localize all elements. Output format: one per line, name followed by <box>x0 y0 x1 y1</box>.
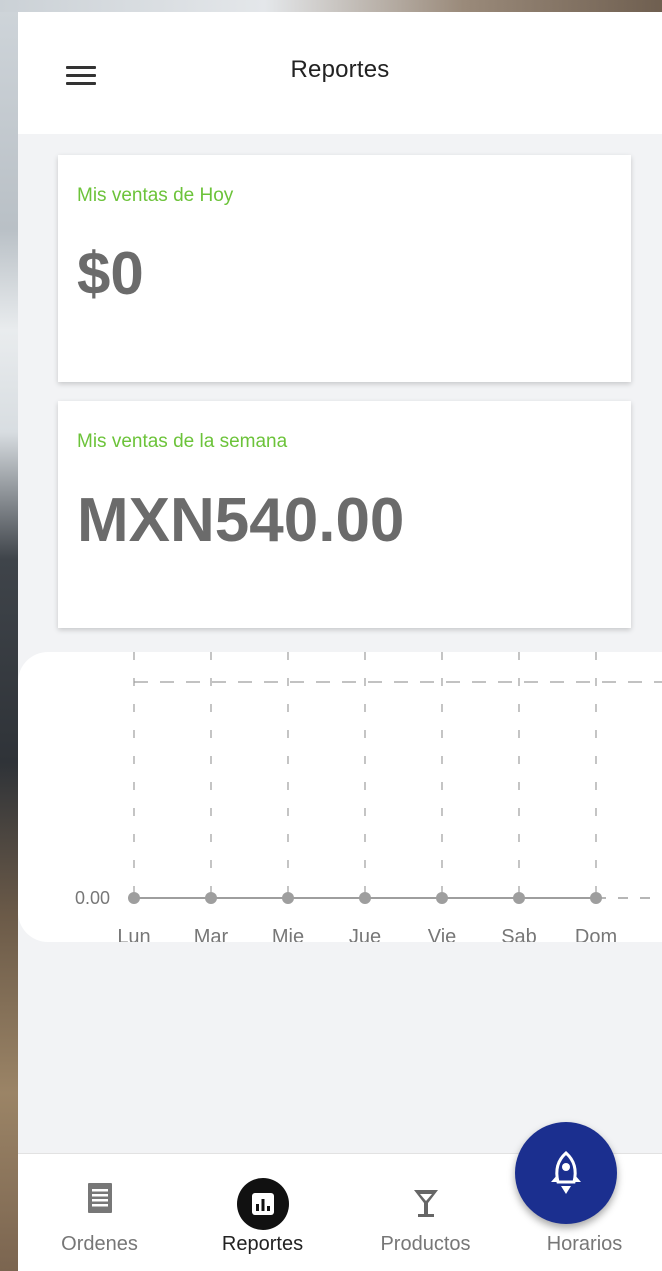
tab-reportes[interactable]: Reportes <box>181 1154 344 1271</box>
chart-svg: 0.00 Lun Mar Mie Jue Vie Sab Dom <box>75 652 662 942</box>
data-point <box>128 892 140 904</box>
x-tick-label: Vie <box>428 926 457 942</box>
app-header: Reportes <box>18 12 662 134</box>
x-tick-label: Dom <box>575 926 617 942</box>
receipt-icon <box>87 1182 113 1219</box>
background-photo <box>0 0 18 1271</box>
x-tick-label: Lun <box>117 926 150 942</box>
tab-reportes-label: Reportes <box>221 1233 304 1255</box>
data-point <box>205 892 217 904</box>
data-point <box>282 892 294 904</box>
bar-chart-icon <box>236 1178 289 1235</box>
x-tick-label: Mie <box>272 926 304 942</box>
data-point <box>590 892 602 904</box>
data-point <box>513 892 525 904</box>
data-point <box>359 892 371 904</box>
today-sales-card: Mis ventas de Hoy $0 <box>58 155 631 382</box>
x-tick-label: Mar <box>194 926 229 942</box>
y-tick-label: 0.00 <box>75 888 110 908</box>
rocket-icon <box>551 1151 581 1194</box>
x-tick-label: Sab <box>501 926 537 942</box>
data-point <box>436 892 448 904</box>
week-sales-label: Mis ventas de la semana <box>77 431 288 452</box>
cocktail-glass-icon <box>412 1188 440 1223</box>
today-sales-value: $0 <box>77 240 144 307</box>
tab-ordenes[interactable]: Ordenes <box>18 1154 181 1271</box>
today-sales-label: Mis ventas de Hoy <box>77 185 234 206</box>
background-photo-top <box>0 0 662 12</box>
rocket-fab-button[interactable] <box>515 1122 617 1224</box>
page-title: Reportes <box>290 56 390 83</box>
tab-ordenes-label: Ordenes <box>61 1233 138 1255</box>
x-tick-label: Jue <box>349 926 381 942</box>
week-sales-card: Mis ventas de la semana MXN540.00 <box>58 401 631 628</box>
weekly-sales-chart: 0.00 Lun Mar Mie Jue Vie Sab Dom <box>18 652 662 942</box>
tab-horarios-label: Horarios <box>546 1233 623 1255</box>
tab-productos-label: Productos <box>380 1233 471 1255</box>
tab-productos[interactable]: Productos <box>344 1154 507 1271</box>
app-screen: Reportes Mis ventas de Hoy $0 Mis ventas… <box>18 12 662 1271</box>
week-sales-value: MXN540.00 <box>77 486 405 555</box>
